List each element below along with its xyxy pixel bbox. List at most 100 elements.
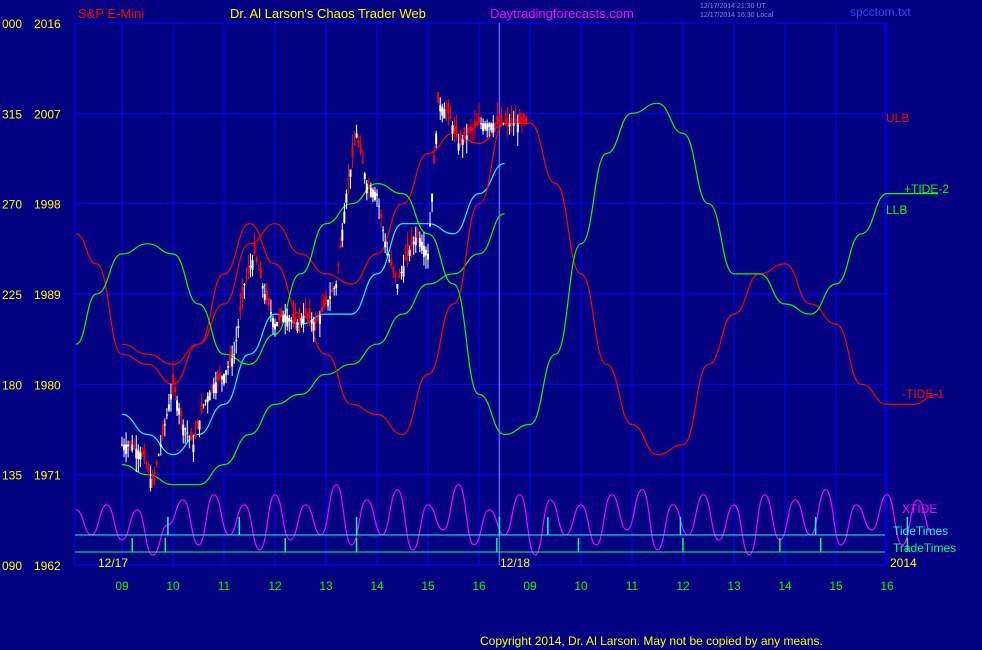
price-candle-body bbox=[167, 404, 170, 411]
price-candle-body bbox=[337, 264, 340, 266]
price-candle-body bbox=[147, 466, 150, 473]
price-candle-body bbox=[376, 193, 378, 196]
price-candle-body bbox=[274, 324, 276, 330]
price-candle-body bbox=[214, 382, 217, 394]
tidetimes-label: TideTimes bbox=[893, 524, 948, 538]
x-tick-hour: 13 bbox=[727, 579, 741, 593]
date-label-day1: 12/17 bbox=[98, 556, 128, 570]
y-tick-price: 1962 bbox=[34, 559, 61, 573]
price-candle-body bbox=[300, 318, 303, 324]
price-candle-body bbox=[169, 394, 172, 400]
chart-title: Dr. Al Larson's Chaos Trader Web bbox=[230, 6, 426, 21]
price-candle-body bbox=[131, 444, 134, 451]
price-candle-body bbox=[276, 322, 279, 326]
price-candle-body bbox=[447, 103, 450, 114]
price-candle-body bbox=[510, 117, 513, 124]
price-candle-body bbox=[471, 128, 474, 130]
price-candle-body bbox=[257, 269, 260, 271]
price-candle-body bbox=[463, 127, 466, 138]
price-candle-body bbox=[137, 450, 140, 459]
price-candle-body bbox=[431, 193, 434, 202]
x-tick-hour: 16 bbox=[880, 579, 894, 593]
price-candle-body bbox=[343, 211, 346, 223]
price-candle-body bbox=[267, 298, 270, 307]
x-tick-hour: 15 bbox=[829, 579, 843, 593]
price-candle-body bbox=[351, 146, 354, 158]
price-candle-body bbox=[469, 126, 472, 132]
price-candle-body bbox=[451, 125, 454, 134]
price-candle-body bbox=[494, 123, 497, 125]
price-candle-body bbox=[394, 272, 397, 278]
price-candle-body bbox=[153, 472, 156, 475]
price-candle-body bbox=[198, 420, 201, 430]
price-candle-body bbox=[282, 316, 285, 323]
price-candle-body bbox=[506, 116, 509, 124]
price-candle-body bbox=[335, 283, 338, 289]
price-candle-body bbox=[449, 115, 452, 120]
price-candle-body bbox=[347, 177, 350, 182]
price-candle-body bbox=[129, 441, 132, 445]
chaos-chart: 000 2016 315 2007 270 1998 225 1989 180 1980 135 19… bbox=[0, 0, 982, 650]
price-candle-body bbox=[369, 187, 372, 197]
price-candle-body bbox=[155, 461, 158, 465]
price-candle-body bbox=[322, 300, 325, 309]
price-candle-body bbox=[261, 285, 264, 289]
price-candle-body bbox=[380, 213, 383, 218]
price-candle-body bbox=[437, 92, 440, 104]
price-candle-body bbox=[186, 432, 189, 434]
price-candle-body bbox=[382, 229, 385, 231]
price-candle-body bbox=[400, 271, 403, 273]
price-candle-body bbox=[427, 253, 429, 260]
price-candle-body bbox=[373, 191, 376, 201]
price-candle-body bbox=[445, 109, 448, 112]
price-candle-body bbox=[353, 143, 356, 146]
price-candle-body bbox=[218, 373, 221, 379]
price-candle-body bbox=[520, 117, 523, 124]
price-candle-body bbox=[308, 307, 311, 319]
price-candle-body bbox=[253, 243, 256, 254]
price-candle-body bbox=[496, 115, 499, 124]
price-candle-body bbox=[316, 317, 319, 321]
price-candle-body bbox=[178, 408, 181, 415]
price-candle-body bbox=[424, 249, 427, 256]
price-candle-body bbox=[269, 312, 272, 314]
price-candle-body bbox=[184, 428, 187, 430]
price-candle-body bbox=[349, 169, 352, 177]
price-candle-body bbox=[286, 316, 289, 327]
price-candle-body bbox=[392, 266, 395, 272]
price-candle-body bbox=[484, 123, 487, 130]
price-candle-body bbox=[418, 237, 421, 247]
price-candle-body bbox=[453, 125, 456, 132]
price-candle-body bbox=[355, 133, 358, 138]
price-candle-body bbox=[433, 155, 436, 164]
site-label: Daytradingforecasts.com bbox=[490, 6, 634, 21]
price-candle-body bbox=[467, 127, 470, 134]
price-candle-body bbox=[345, 193, 348, 203]
price-candle-body bbox=[508, 123, 511, 127]
price-candle-body bbox=[133, 445, 136, 447]
price-candle-body bbox=[500, 114, 503, 124]
price-candle-body bbox=[163, 424, 166, 426]
price-candle-body bbox=[327, 300, 330, 306]
price-candle-body bbox=[465, 135, 468, 140]
x-tick-hour: 09 bbox=[115, 579, 129, 593]
price-candle-body bbox=[480, 123, 483, 125]
price-candle-body bbox=[314, 318, 317, 325]
price-candle-body bbox=[386, 253, 389, 255]
price-candle-body bbox=[357, 140, 360, 144]
tide2-label: +TIDE-2 bbox=[904, 182, 949, 196]
price-candle-body bbox=[512, 123, 515, 126]
price-candle-body bbox=[320, 306, 323, 313]
price-candle-body bbox=[190, 431, 193, 441]
price-candle-body bbox=[245, 276, 248, 278]
price-candle-body bbox=[422, 245, 425, 257]
price-candle-body bbox=[522, 114, 525, 124]
price-candle-body bbox=[402, 265, 405, 277]
y-tick-price: 2007 bbox=[34, 107, 61, 121]
price-candle-body bbox=[233, 354, 236, 356]
price-candle-body bbox=[429, 223, 432, 227]
price-candle-body bbox=[292, 313, 295, 323]
price-candle-body bbox=[486, 123, 489, 131]
price-candle-body bbox=[318, 316, 321, 324]
copyright: Copyright 2014, Dr. Al Larson. May not b… bbox=[480, 634, 823, 648]
